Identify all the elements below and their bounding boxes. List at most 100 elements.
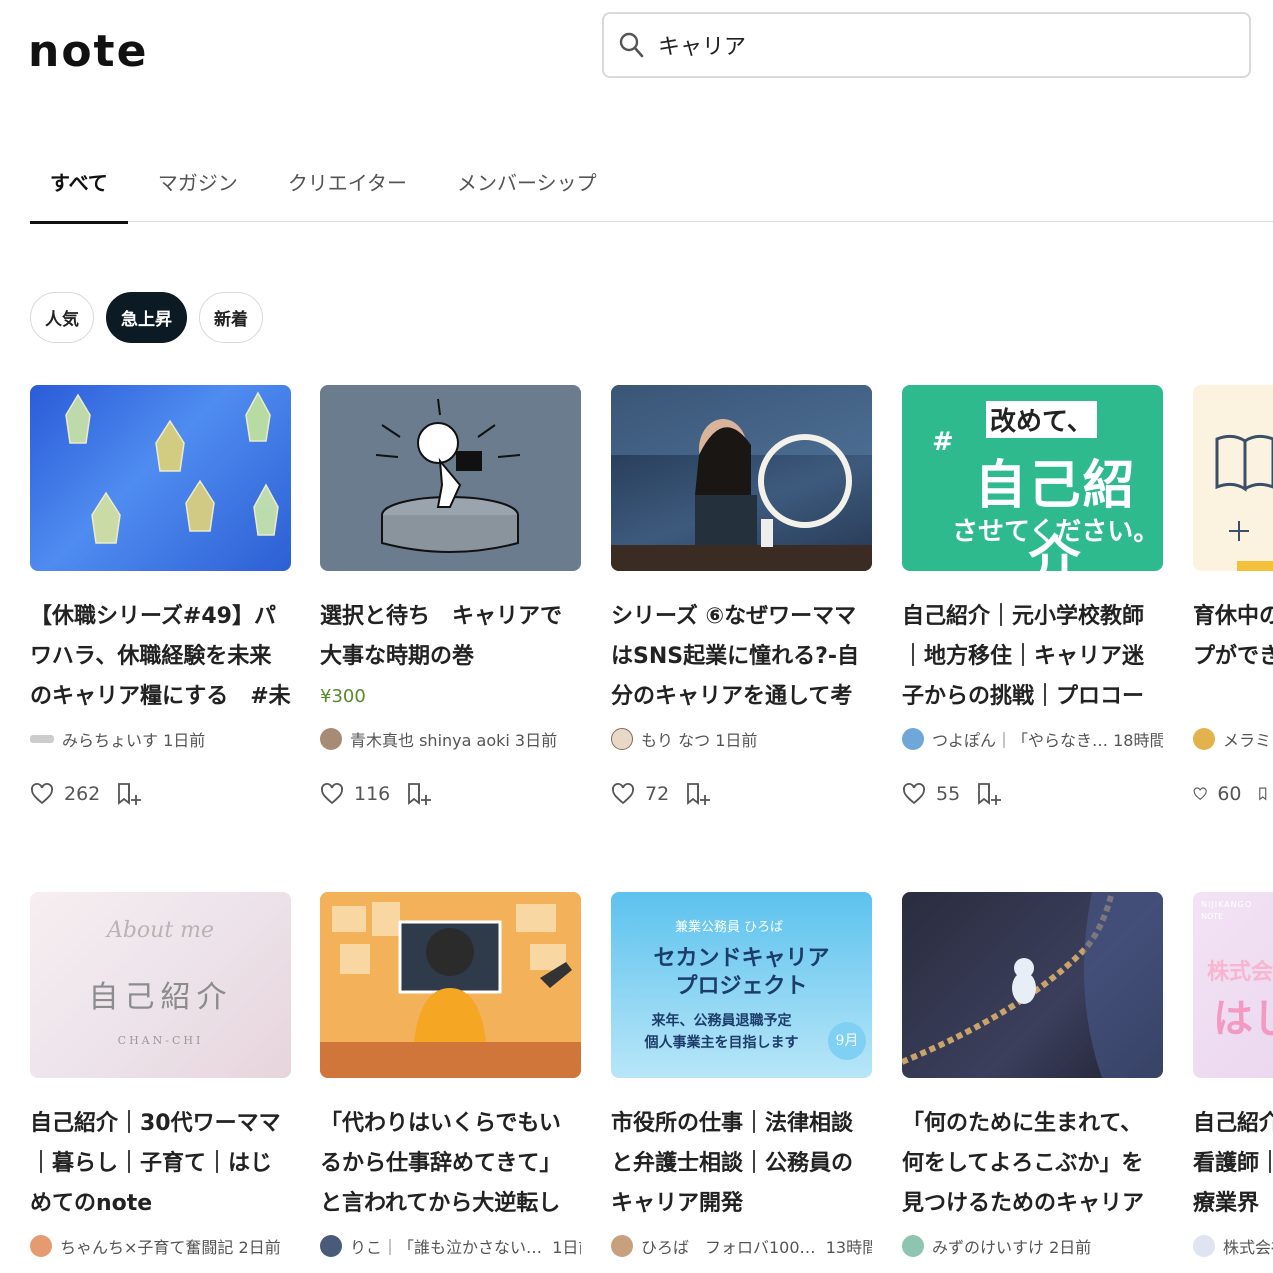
thumb-text: 改めて、: [986, 401, 1097, 438]
book-icon: [1215, 434, 1273, 571]
article-card[interactable]: 【休職シリーズ#49】パワハラ、休職経験を未来のキャリア糧にする #未来のため……: [30, 385, 291, 807]
post-time: 1日前: [715, 731, 758, 750]
like-count: 116: [354, 783, 391, 805]
bookmark-add-icon[interactable]: [685, 781, 711, 807]
avatar: [320, 1235, 342, 1257]
avatar: [320, 728, 342, 750]
article-card[interactable]: シリーズ ⑥なぜワーママはSNS起業に憧れる?-自分のキャリアを通して考える-「…: [611, 385, 872, 807]
article-author[interactable]: メラミン: [1193, 727, 1273, 751]
tab-all[interactable]: すべて: [30, 140, 128, 224]
post-time: 3日前: [514, 731, 558, 750]
avatar: [30, 1235, 52, 1257]
avatar: [902, 728, 924, 750]
character-illustration: [375, 398, 521, 553]
article-title[interactable]: 「何のために生まれて、何をしてよろこぶか」を見つけるためのキャリア相談を、年内…: [902, 1104, 1163, 1224]
article-thumbnail[interactable]: [611, 385, 872, 571]
tab-creator[interactable]: クリエイター: [268, 140, 427, 222]
like-count: 55: [936, 783, 961, 805]
heart-icon[interactable]: [1193, 782, 1207, 806]
article-stats: 72: [611, 781, 872, 807]
thumb-text: させてください。: [952, 517, 1160, 547]
thumb-text: プロジェクト: [675, 973, 808, 999]
thumb-text: About me: [106, 918, 215, 943]
post-time: 1日前: [552, 1238, 581, 1257]
author-name: メラミン: [1223, 731, 1273, 750]
article-stats: 60: [1193, 781, 1273, 807]
avatar: [30, 735, 54, 743]
article-thumbnail[interactable]: 兼業公務員 ひろば セカンドキャリア プロジェクト 来年、公務員退職予定 個人事…: [611, 892, 872, 1078]
search-box[interactable]: [602, 12, 1251, 78]
bookmark-add-icon[interactable]: [976, 781, 1002, 807]
article-card[interactable]: 育休中のプができ メラミン 60: [1193, 385, 1273, 807]
heart-icon[interactable]: [611, 782, 635, 806]
article-title[interactable]: 自己紹介｜元小学校教師｜地方移住｜キャリア迷子からの挑戦｜プロコーチ: [902, 597, 1163, 717]
article-author[interactable]: もり なつ 1日前: [611, 727, 872, 751]
thumb-text: NIJIKANGO: [1201, 900, 1253, 909]
article-thumbnail[interactable]: [902, 892, 1163, 1078]
like-count: 262: [64, 783, 101, 805]
article-author[interactable]: ひろば フォロバ100… 13時間前: [611, 1234, 872, 1258]
article-stats: 116: [320, 781, 581, 807]
author-name: みらちょいす: [62, 731, 159, 750]
heart-icon[interactable]: [30, 782, 54, 806]
article-title[interactable]: 育休中のプができ: [1193, 597, 1273, 717]
article-thumbnail[interactable]: 改めて、 # 自己紹介 させてください。: [902, 385, 1163, 571]
article-title[interactable]: シリーズ ⑥なぜワーママはSNS起業に憧れる?-自分のキャリアを通して考える-「…: [611, 597, 872, 717]
author-name: もり なつ: [641, 731, 711, 750]
photo-illustration: [611, 385, 872, 571]
article-card[interactable]: About me 自己紹介 CHAN-CHI 自己紹介｜30代ワーママ｜暮らし｜…: [30, 892, 291, 1258]
post-time: 2日前: [238, 1238, 281, 1257]
tab-magazine[interactable]: マガジン: [138, 140, 258, 222]
cat-rope-illustration: [902, 892, 1163, 1078]
article-thumbnail[interactable]: [1193, 385, 1273, 571]
sort-filters: 人気 急上昇 新着: [30, 292, 263, 343]
author-name: 青木真也 shinya aoki: [350, 731, 510, 750]
author-name: みずのけいすけ: [932, 1238, 1045, 1257]
article-author[interactable]: りこ｜「誰も泣かさない… 1日前: [320, 1234, 581, 1258]
thumb-text: NOTE: [1201, 912, 1224, 921]
article-thumbnail[interactable]: NIJIKANGO NOTE 株式会社 はじ: [1193, 892, 1273, 1078]
filter-popular[interactable]: 人気: [30, 292, 94, 343]
filter-trending[interactable]: 急上昇: [106, 292, 187, 343]
article-card[interactable]: 選択と待ち キャリアで大事な時期の巻 ¥300 青木真也 shinya aoki…: [320, 385, 581, 807]
article-title[interactable]: 自己紹介｜30代ワーママ｜暮らし｜子育て｜はじめてのnote: [30, 1104, 291, 1224]
thumb-text: 株式会社: [1207, 960, 1273, 985]
article-author[interactable]: みらちょいす 1日前: [30, 727, 291, 751]
article-author[interactable]: みずのけいすけ 2日前: [902, 1234, 1163, 1258]
search-input[interactable]: [658, 32, 1178, 58]
article-card[interactable]: 改めて、 # 自己紹介 させてください。 自己紹介｜元小学校教師｜地方移住｜キャ…: [902, 385, 1163, 807]
article-card[interactable]: NIJIKANGO NOTE 株式会社 はじ 自己紹介看護師｜療業界 株式会社: [1193, 892, 1273, 1258]
avatar: [902, 1235, 924, 1257]
bookmark-add-icon[interactable]: [406, 781, 432, 807]
filter-new[interactable]: 新着: [199, 292, 263, 343]
article-title[interactable]: 「代わりはいくらでもいるから仕事辞めてきて」と言われてから大逆転した話。: [320, 1104, 581, 1224]
thumb-text: 個人事業主を目指します: [644, 1035, 799, 1051]
article-thumbnail[interactable]: [30, 385, 291, 571]
article-author[interactable]: つよぽん｜「やらなき… 18時間前: [902, 727, 1163, 751]
article-card[interactable]: 兼業公務員 ひろば セカンドキャリア プロジェクト 来年、公務員退職予定 個人事…: [611, 892, 872, 1258]
article-title[interactable]: 市役所の仕事｜法律相談と弁護士相談｜公務員のキャリア開発: [611, 1104, 872, 1224]
article-card[interactable]: 「代わりはいくらでもいるから仕事辞めてきて」と言われてから大逆転した話。 りこ｜…: [320, 892, 581, 1258]
article-card[interactable]: 「何のために生まれて、何をしてよろこぶか」を見つけるためのキャリア相談を、年内……: [902, 892, 1163, 1258]
like-count: 60: [1217, 783, 1242, 805]
article-thumbnail[interactable]: [320, 385, 581, 571]
heart-icon[interactable]: [902, 782, 926, 806]
article-author[interactable]: 株式会社: [1193, 1234, 1273, 1258]
tab-membership[interactable]: メンバーシップ: [437, 140, 617, 222]
article-title[interactable]: 自己紹介看護師｜療業界: [1193, 1104, 1273, 1224]
heart-icon[interactable]: [320, 782, 344, 806]
bookmark-add-icon[interactable]: [1258, 781, 1273, 807]
article-stats: 262: [30, 781, 291, 807]
note-logo[interactable]: note: [28, 26, 148, 77]
thumb-text: 兼業公務員 ひろば: [675, 920, 784, 935]
article-author[interactable]: 青木真也 shinya aoki 3日前: [320, 727, 581, 751]
article-author[interactable]: ちゃんち×子育て奮闘記 2日前: [30, 1234, 291, 1258]
article-title[interactable]: 【休職シリーズ#49】パワハラ、休職経験を未来のキャリア糧にする #未来のため…: [30, 597, 291, 717]
article-thumbnail[interactable]: About me 自己紹介 CHAN-CHI: [30, 892, 291, 1078]
crystal-illustration: [65, 391, 279, 544]
author-name: りこ｜「誰も泣かさない…: [350, 1238, 543, 1257]
article-thumbnail[interactable]: [320, 892, 581, 1078]
bookmark-add-icon[interactable]: [116, 781, 142, 807]
author-name: ひろば フォロバ100…: [641, 1238, 816, 1257]
author-name: 株式会社: [1223, 1238, 1273, 1257]
